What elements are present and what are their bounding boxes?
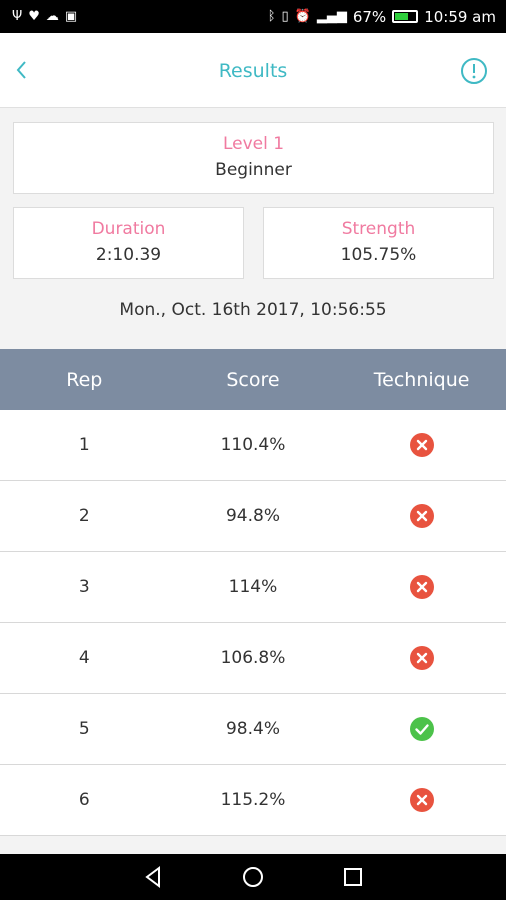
battery-percent: 67%: [352, 7, 387, 26]
table-row: 2 94.8%: [0, 481, 506, 552]
x-circle-icon: [409, 646, 434, 670]
rep-cell: 6: [78, 790, 90, 810]
score-cell: 110.4%: [220, 435, 286, 455]
score-cell: 106.8%: [220, 648, 286, 668]
session-date: Mon., Oct. 16th 2017, 10:56:55: [119, 300, 387, 320]
info-icon: [461, 58, 487, 84]
strength-value: 105.75%: [340, 245, 417, 265]
results-table-body: 1 110.4% 2 94.8% 3 114% 4 106.8% 5 98.4% 6 115.2%: [0, 410, 506, 836]
x-circle-icon: [409, 575, 434, 599]
technique-cell: [337, 575, 506, 599]
battery-icon: [392, 10, 419, 23]
nav-recents-button[interactable]: [338, 862, 368, 892]
nav-home-button[interactable]: [238, 862, 268, 892]
cloud-icon: ☁: [45, 9, 59, 24]
table-row: 6 115.2%: [0, 765, 506, 836]
duration-card: Duration 2:10.39: [13, 207, 244, 279]
level-value: Beginner: [215, 160, 292, 180]
vibrate-icon: ▯: [281, 9, 289, 24]
results-screen: Ψ ♥ ☁ ▣ ᛒ ▯ ⏰ ▂▄▆ 67% 10:59 am Results L…: [0, 0, 506, 900]
x-circle-icon: [409, 788, 434, 812]
status-time: 10:59 am: [424, 7, 496, 26]
x-circle-icon: [409, 433, 434, 457]
technique-cell: [337, 504, 506, 528]
bluetooth-icon: ᛒ: [267, 9, 276, 24]
app-header: Results: [0, 33, 506, 108]
rep-cell: 1: [78, 435, 90, 455]
strength-label: Strength: [341, 219, 416, 239]
column-header-rep: Rep: [66, 368, 103, 391]
signal-icon: ▂▄▆: [316, 9, 347, 24]
table-header: Rep Score Technique: [0, 349, 506, 410]
triangle-back-icon: [145, 866, 160, 888]
score-cell: 98.4%: [225, 719, 280, 739]
score-cell: 94.8%: [225, 506, 280, 526]
status-bar: Ψ ♥ ☁ ▣ ᛒ ▯ ⏰ ▂▄▆ 67% 10:59 am: [0, 0, 506, 33]
column-header-score: Score: [226, 368, 280, 391]
info-button[interactable]: [460, 57, 488, 85]
score-cell: 114%: [228, 577, 278, 597]
duration-label: Duration: [91, 219, 166, 239]
circle-home-icon: [243, 867, 263, 887]
level-card: Level 1 Beginner: [13, 122, 494, 194]
table-row: 1 110.4%: [0, 410, 506, 481]
technique-cell: [337, 717, 506, 741]
rep-cell: 2: [78, 506, 90, 526]
table-row: 3 114%: [0, 552, 506, 623]
check-circle-icon: [409, 717, 434, 741]
alarm-icon: ⏰: [294, 9, 311, 24]
technique-cell: [337, 433, 506, 457]
duration-value: 2:10.39: [95, 245, 162, 265]
square-recents-icon: [344, 868, 362, 886]
x-circle-icon: [409, 504, 434, 528]
technique-cell: [337, 788, 506, 812]
score-cell: 115.2%: [220, 790, 286, 810]
level-label: Level 1: [222, 134, 285, 154]
photo-icon: ▣: [64, 9, 78, 24]
column-header-technique: Technique: [373, 368, 470, 391]
heart-icon: ♥: [28, 9, 40, 24]
nav-back-button[interactable]: [138, 862, 168, 892]
table-row: 4 106.8%: [0, 623, 506, 694]
technique-cell: [337, 646, 506, 670]
rep-cell: 5: [78, 719, 90, 739]
rep-cell: 4: [78, 648, 90, 668]
status-right-icons: ᛒ ▯ ⏰ ▂▄▆ 67% 10:59 am: [268, 8, 496, 26]
usb-icon: Ψ: [12, 9, 23, 24]
strength-card: Strength 105.75%: [263, 207, 494, 279]
page-title: Results: [218, 60, 288, 82]
table-row: 5 98.4%: [0, 694, 506, 765]
rep-cell: 3: [78, 577, 90, 597]
status-left-icons: Ψ ♥ ☁ ▣: [12, 10, 77, 23]
navigation-bar: [0, 854, 506, 900]
